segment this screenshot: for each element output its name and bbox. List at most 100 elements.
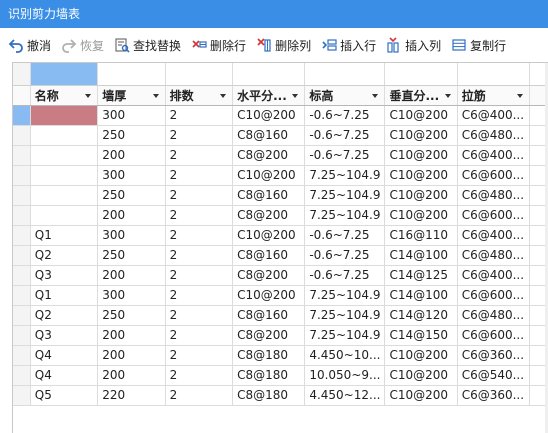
column-header-layers[interactable]: 排数 bbox=[165, 85, 234, 106]
table-cell[interactable]: 200 bbox=[97, 205, 166, 226]
table-cell[interactable]: C8@200 bbox=[232, 325, 306, 346]
table-cell[interactable]: C6@360... bbox=[457, 345, 531, 366]
column-selector[interactable] bbox=[97, 63, 166, 86]
table-cell[interactable]: C8@180 bbox=[232, 365, 306, 386]
table-cell[interactable]: 300 bbox=[97, 285, 166, 306]
table-cell[interactable]: C14@150 bbox=[384, 325, 458, 346]
table-cell[interactable]: C6@480... bbox=[457, 185, 531, 206]
table-cell[interactable]: -0.6~7.25 bbox=[304, 245, 386, 266]
table-cell[interactable]: C8@160 bbox=[232, 305, 306, 326]
table-cell[interactable]: 2 bbox=[165, 205, 234, 226]
row-header[interactable] bbox=[13, 285, 31, 306]
table-cell[interactable]: -0.6~7.25 bbox=[304, 105, 386, 126]
row-header[interactable] bbox=[13, 125, 31, 146]
table-cell[interactable]: 2 bbox=[165, 145, 234, 166]
table-cell[interactable]: C6@480... bbox=[457, 125, 531, 146]
table-cell[interactable]: 7.25~104.9 bbox=[304, 325, 386, 346]
dropdown-arrow-icon[interactable] bbox=[220, 93, 227, 98]
table-cell[interactable]: C6@600... bbox=[457, 205, 531, 226]
row-header[interactable] bbox=[13, 345, 31, 366]
table-cell[interactable]: C10@200 bbox=[384, 125, 458, 146]
table-cell[interactable]: C6@600... bbox=[457, 325, 531, 346]
row-header[interactable] bbox=[13, 105, 31, 126]
table-cell[interactable]: C6@400... bbox=[457, 265, 531, 286]
find-replace-button[interactable]: 查找替换 bbox=[110, 33, 187, 57]
table-cell[interactable]: 2 bbox=[165, 105, 234, 126]
table-cell[interactable]: 200 bbox=[97, 145, 166, 166]
column-selector[interactable] bbox=[304, 63, 386, 86]
table-cell[interactable]: 2 bbox=[165, 325, 234, 346]
table-cell[interactable]: 7.25~104.9 bbox=[304, 165, 386, 186]
dropdown-arrow-icon[interactable] bbox=[444, 93, 451, 98]
table-cell[interactable]: 2 bbox=[165, 165, 234, 186]
table-cell[interactable]: C6@540... bbox=[457, 365, 531, 386]
table-cell[interactable]: 2 bbox=[165, 305, 234, 326]
table-cell[interactable]: 250 bbox=[97, 245, 166, 266]
row-header[interactable] bbox=[13, 305, 31, 326]
table-cell[interactable]: C10@200 bbox=[232, 225, 306, 246]
delete-row-button[interactable]: 删除行 bbox=[187, 33, 252, 57]
table-cell[interactable]: C14@100 bbox=[384, 285, 458, 306]
table-cell[interactable]: 4.450~10... bbox=[304, 345, 386, 366]
table-cell[interactable]: 220 bbox=[97, 385, 166, 406]
table-cell[interactable]: -0.6~7.25 bbox=[304, 265, 386, 286]
row-header[interactable] bbox=[13, 165, 31, 186]
table-cell[interactable] bbox=[30, 105, 99, 126]
table-cell[interactable]: C10@200 bbox=[384, 165, 458, 186]
table-cell[interactable]: 2 bbox=[165, 265, 234, 286]
redo-button[interactable]: 恢复 bbox=[57, 33, 110, 57]
table-cell[interactable]: C6@480... bbox=[457, 305, 531, 326]
table-cell[interactable]: 250 bbox=[97, 305, 166, 326]
row-header[interactable] bbox=[13, 385, 31, 406]
row-header[interactable] bbox=[13, 265, 31, 286]
table-cell[interactable] bbox=[30, 205, 99, 226]
table-cell[interactable] bbox=[30, 165, 99, 186]
table-cell[interactable]: C10@200 bbox=[384, 145, 458, 166]
row-header[interactable] bbox=[13, 85, 31, 106]
table-cell[interactable]: Q3 bbox=[30, 265, 99, 286]
table-cell[interactable]: Q1 bbox=[30, 225, 99, 246]
table-cell[interactable]: 200 bbox=[97, 365, 166, 386]
table-cell[interactable]: C8@160 bbox=[232, 245, 306, 266]
dropdown-arrow-icon[interactable] bbox=[372, 93, 379, 98]
table-cell[interactable]: 2 bbox=[165, 225, 234, 246]
column-header-thickness[interactable]: 墙厚 bbox=[97, 85, 166, 106]
wall-table-grid[interactable]: 名称 墙厚 排数 水平分... 标高 垂直分... 拉筋 300 2 C10@2… bbox=[12, 62, 548, 433]
table-cell[interactable]: 200 bbox=[97, 345, 166, 366]
table-cell[interactable]: C16@110 bbox=[384, 225, 458, 246]
table-cell[interactable]: 7.25~104.9 bbox=[304, 205, 386, 226]
table-cell[interactable]: 2 bbox=[165, 125, 234, 146]
table-cell[interactable]: -0.6~7.25 bbox=[304, 125, 386, 146]
corner-cell[interactable] bbox=[13, 63, 31, 86]
table-cell[interactable]: C10@200 bbox=[384, 205, 458, 226]
row-header[interactable] bbox=[13, 185, 31, 206]
table-cell[interactable]: C10@200 bbox=[384, 385, 458, 406]
dropdown-arrow-icon[interactable] bbox=[292, 93, 299, 98]
table-cell[interactable]: C6@480... bbox=[457, 245, 531, 266]
column-selector[interactable] bbox=[30, 63, 99, 86]
table-cell[interactable]: Q1 bbox=[30, 285, 99, 306]
table-cell[interactable] bbox=[30, 145, 99, 166]
table-cell[interactable]: 2 bbox=[165, 365, 234, 386]
table-cell[interactable]: 7.25~104.9 bbox=[304, 285, 386, 306]
table-cell[interactable]: C14@125 bbox=[384, 265, 458, 286]
table-cell[interactable]: 2 bbox=[165, 185, 234, 206]
table-cell[interactable]: C8@200 bbox=[232, 205, 306, 226]
table-cell[interactable]: C10@200 bbox=[384, 365, 458, 386]
insert-row-button[interactable]: 插入行 bbox=[317, 33, 382, 57]
table-cell[interactable]: 250 bbox=[97, 125, 166, 146]
column-header-name[interactable]: 名称 bbox=[30, 85, 99, 106]
dropdown-arrow-icon[interactable] bbox=[152, 93, 159, 98]
column-selector[interactable] bbox=[457, 63, 531, 86]
column-header-elevation[interactable]: 标高 bbox=[304, 85, 386, 106]
table-cell[interactable]: C6@400... bbox=[457, 225, 531, 246]
table-cell[interactable]: C6@400... bbox=[457, 105, 531, 126]
column-selector[interactable] bbox=[165, 63, 234, 86]
table-cell[interactable]: 2 bbox=[165, 385, 234, 406]
table-cell[interactable]: C6@600... bbox=[457, 165, 531, 186]
table-cell[interactable]: Q4 bbox=[30, 345, 99, 366]
column-header-vertical-rebar[interactable]: 垂直分... bbox=[384, 85, 458, 106]
table-cell[interactable]: C10@200 bbox=[232, 285, 306, 306]
table-cell[interactable]: 200 bbox=[97, 265, 166, 286]
row-header[interactable] bbox=[13, 245, 31, 266]
